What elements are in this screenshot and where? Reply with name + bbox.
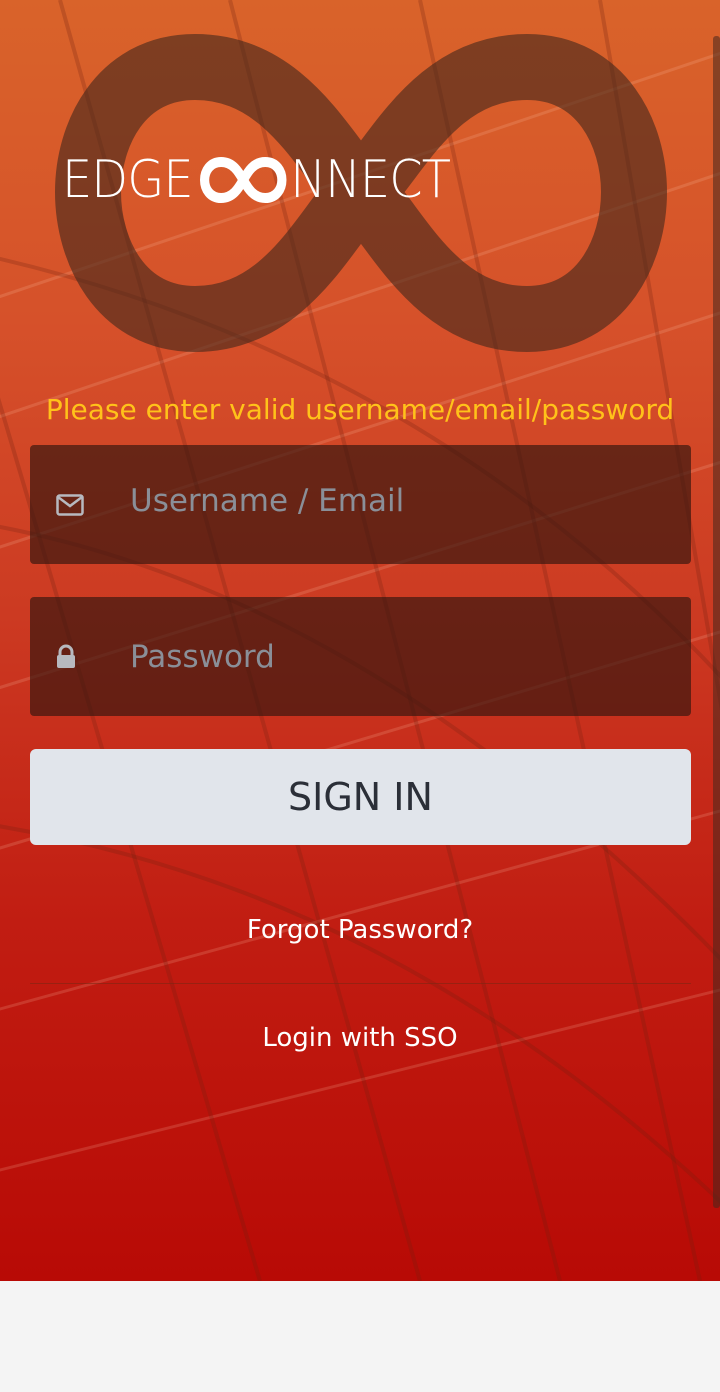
logo-text-edge: EDGE xyxy=(62,150,194,210)
sso-login-link[interactable]: Login with SSO xyxy=(0,1020,720,1056)
username-field[interactable] xyxy=(30,445,691,564)
divider xyxy=(30,983,691,984)
forgot-password-link[interactable]: Forgot Password? xyxy=(0,912,720,948)
password-field[interactable] xyxy=(30,597,691,716)
sign-in-button[interactable]: SIGN IN xyxy=(30,749,691,845)
logo-infinity-icon xyxy=(198,155,288,205)
login-screen: EDGE NNECT Please enter valid username/e… xyxy=(0,0,720,1281)
envelope-icon xyxy=(54,445,86,564)
lock-icon xyxy=(50,597,82,716)
username-input[interactable] xyxy=(130,445,690,557)
edgeconnect-logo: EDGE NNECT xyxy=(62,150,451,210)
error-message: Please enter valid username/email/passwo… xyxy=(45,393,675,426)
logo-text-nnect: NNECT xyxy=(290,150,451,210)
password-input[interactable] xyxy=(130,601,690,713)
